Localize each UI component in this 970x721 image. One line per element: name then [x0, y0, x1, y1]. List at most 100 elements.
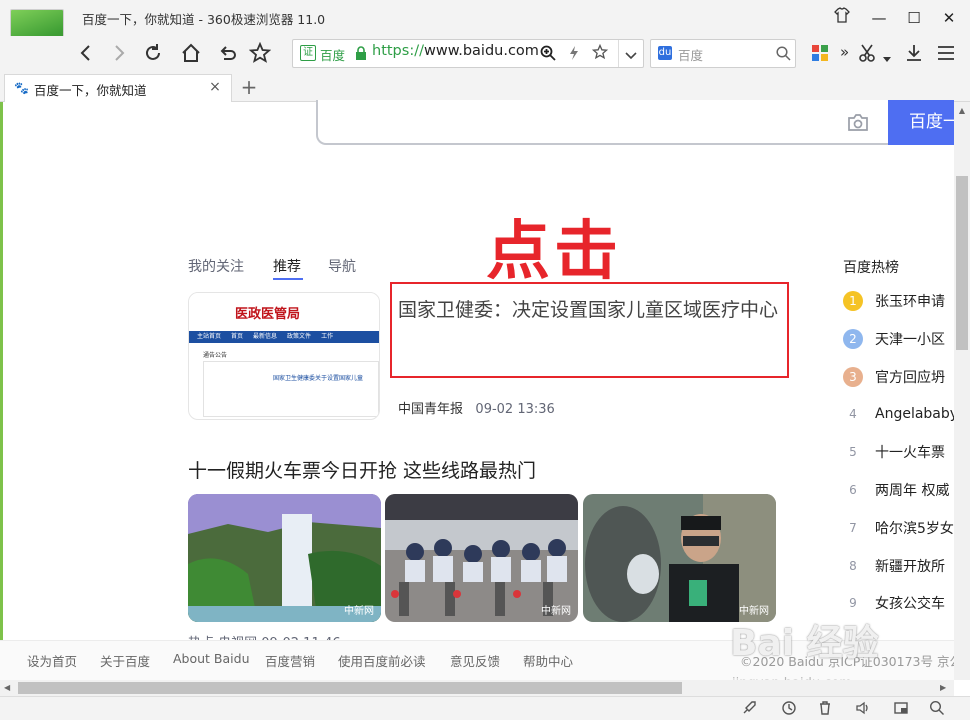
photo-watermark: 中新网: [344, 606, 374, 617]
horizontal-scroll-thumb[interactable]: [18, 682, 682, 694]
refresh-status-icon[interactable]: [780, 700, 798, 716]
thumb-nav-item: 首页: [231, 333, 244, 340]
hotlist-item-text[interactable]: 女孩公交车: [875, 593, 945, 613]
forward-icon[interactable]: [108, 42, 134, 68]
hotlist-item[interactable]: 5 十一火车票: [843, 441, 954, 463]
download-icon[interactable]: [904, 43, 924, 63]
tab-close-icon[interactable]: ×: [206, 78, 224, 96]
scroll-left-icon[interactable]: ◀: [4, 683, 14, 693]
hotlist-item-text[interactable]: Angelababy: [875, 406, 954, 422]
url-host: www.baidu.com: [423, 43, 539, 59]
hotlist-item[interactable]: 2 天津一小区: [843, 328, 954, 350]
footer-link-terms[interactable]: 使用百度前必读: [338, 651, 426, 670]
minimize-button[interactable]: —: [866, 6, 892, 30]
footer-link-about-en[interactable]: About Baidu: [173, 651, 250, 666]
chevron-down-icon[interactable]: [624, 47, 638, 60]
apps-grid-icon[interactable]: [812, 45, 828, 61]
search-input[interactable]: 百度: [678, 45, 703, 64]
hotlist-item[interactable]: 7 哈尔滨5岁女: [843, 517, 954, 539]
url-scheme: https://: [372, 43, 424, 59]
maximize-button[interactable]: ☐: [901, 6, 927, 30]
trash-icon[interactable]: [816, 700, 834, 716]
hotlist-item-text[interactable]: 张玉环申请: [875, 291, 945, 311]
hotlist-item-text[interactable]: 哈尔滨5岁女: [875, 518, 954, 538]
hotlist-item-text[interactable]: 官方回应坍: [875, 367, 945, 387]
vertical-scroll-thumb[interactable]: [956, 176, 968, 350]
window-mode-icon[interactable]: [892, 700, 910, 716]
scroll-up-icon[interactable]: ▲: [956, 106, 968, 116]
home-icon[interactable]: [180, 42, 206, 68]
news-thumbnail[interactable]: 医政医管局 主站首页 首页 最新信息 政策文件 工作 通告公告 国家卫生健康委关…: [188, 292, 380, 420]
more-extensions-icon[interactable]: »: [840, 44, 854, 60]
footer-link-help[interactable]: 帮助中心: [523, 651, 573, 670]
thumb-nav-item: 主站首页: [197, 333, 222, 340]
photo-watermark: 中新网: [541, 606, 571, 617]
close-button[interactable]: ✕: [936, 6, 962, 30]
skin-icon[interactable]: [829, 6, 855, 30]
officer-photo[interactable]: 中新网: [583, 494, 776, 622]
hotlist-rank: 8: [849, 558, 857, 573]
footer-link-marketing[interactable]: 百度营销: [265, 651, 315, 670]
hotlist-rank: 1: [843, 290, 863, 311]
news-headline[interactable]: 国家卫健委：决定设置国家儿童区域医疗中心: [398, 295, 788, 325]
baidu-engine-icon[interactable]: du: [658, 46, 672, 60]
volume-icon[interactable]: [854, 700, 872, 716]
refresh-icon[interactable]: [142, 42, 168, 68]
hotlist-title[interactable]: 百度热榜: [843, 257, 899, 277]
hotlist-item-text[interactable]: 天津一小区: [875, 329, 945, 349]
zoom-status-icon[interactable]: [928, 700, 946, 716]
news-meta: 中国青年报 09-02 13:36: [398, 398, 555, 417]
footer-link-set-home[interactable]: 设为首页: [27, 651, 77, 670]
divider: [618, 40, 619, 67]
tab-navigation[interactable]: 导航: [328, 256, 356, 276]
bookmark-star-icon[interactable]: [591, 43, 609, 60]
hotlist-item[interactable]: 8 新疆开放所: [843, 555, 954, 577]
hotlist-rank: 4: [849, 406, 857, 421]
speedup-rocket-icon[interactable]: [740, 700, 758, 716]
tab-recommend[interactable]: 推荐: [273, 256, 301, 276]
hotlist-item[interactable]: 6 两周年 权威: [843, 479, 954, 501]
hotlist-item-text[interactable]: 两周年 权威: [875, 480, 949, 500]
url-text[interactable]: https://www.baidu.com: [372, 43, 539, 59]
train-station-photo[interactable]: 中新网: [385, 494, 578, 622]
tab-title[interactable]: 百度一下，你就知道: [34, 80, 147, 99]
search-icon[interactable]: [776, 46, 791, 61]
certificate-badge-icon[interactable]: 证: [300, 45, 316, 61]
hotlist-rank: 9: [849, 595, 857, 610]
thumb-nav-item: 政策文件: [287, 333, 312, 340]
window-edge: [0, 102, 3, 680]
zoom-icon[interactable]: [540, 45, 556, 61]
lock-icon: [355, 45, 367, 60]
new-tab-button[interactable]: +: [238, 76, 260, 98]
flash-icon[interactable]: [567, 45, 581, 61]
back-icon[interactable]: [75, 42, 101, 68]
camera-icon[interactable]: [846, 112, 870, 134]
footer-link-about[interactable]: 关于百度: [100, 651, 150, 670]
window-title: 百度一下，你就知道 - 360极速浏览器 11.0: [82, 12, 326, 27]
footer-link-feedback[interactable]: 意见反馈: [450, 651, 500, 670]
tab-my-follow[interactable]: 我的关注: [188, 256, 244, 276]
scroll-right-icon[interactable]: ▶: [940, 683, 950, 693]
menu-icon[interactable]: [936, 44, 956, 62]
thumb-item: 国家卫生健康委关于设置国家儿童: [273, 375, 364, 382]
baidu-search-button[interactable]: 百度一下: [888, 100, 954, 145]
news-section-heading[interactable]: 十一假期火车票今日开抢 这些线路最热门: [188, 456, 536, 483]
hotlist-rank: 6: [849, 482, 857, 497]
hotlist-item[interactable]: 4 Angelababy: [843, 403, 954, 425]
hotlist-item[interactable]: 1 张玉环申请: [843, 290, 954, 312]
hotlist-item[interactable]: 9 女孩公交车: [843, 592, 954, 614]
baidu-search-input[interactable]: [316, 100, 890, 145]
tab-underline: [273, 278, 303, 280]
certificate-label[interactable]: 百度: [320, 45, 345, 64]
waterfall-photo[interactable]: 中新网: [188, 494, 381, 622]
hotlist-item-text[interactable]: 十一火车票: [875, 442, 945, 462]
screenshot-scissors-icon[interactable]: [858, 43, 878, 63]
baidu-paw-icon: 🐾: [14, 81, 29, 95]
hotlist-rank: 7: [849, 520, 857, 535]
undo-close-icon[interactable]: [216, 42, 242, 68]
favorite-star-icon[interactable]: [248, 41, 275, 68]
news-source[interactable]: 中国青年报: [398, 402, 463, 417]
caret-down-icon[interactable]: [882, 49, 892, 62]
hotlist-item[interactable]: 3 官方回应坍: [843, 366, 954, 388]
hotlist-item-text[interactable]: 新疆开放所: [875, 556, 945, 576]
